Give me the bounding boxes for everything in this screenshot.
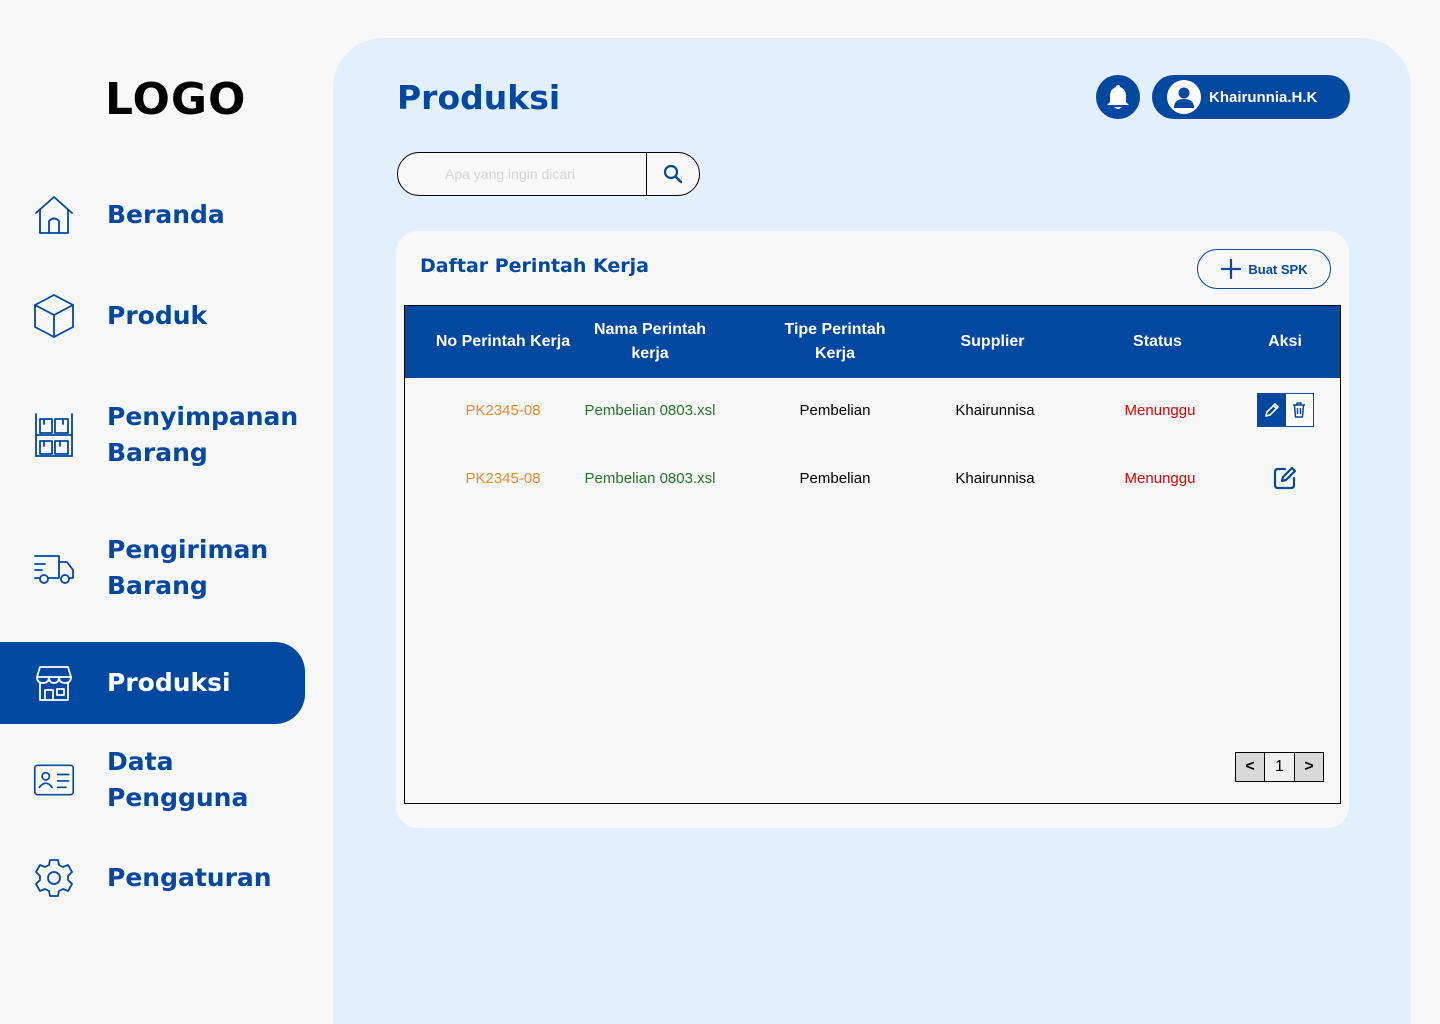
supplier: Khairunnisa bbox=[955, 401, 1035, 419]
sidebar-item-label: Pengiriman Barang bbox=[107, 535, 269, 600]
avatar bbox=[1167, 80, 1201, 114]
sidebar-item-produksi[interactable]: Produksi bbox=[0, 642, 305, 724]
page-title: Produksi bbox=[397, 78, 561, 117]
sidebar-item-pengiriman-barang[interactable]: Pengiriman Barang bbox=[0, 531, 305, 605]
plus-icon bbox=[1220, 258, 1242, 280]
id-card-icon bbox=[32, 758, 76, 802]
sidebar-item-penyimpanan-barang[interactable]: Penyimpanan Barang bbox=[0, 398, 305, 472]
pagination: < 1 > bbox=[1235, 752, 1324, 782]
column-header: No Perintah Kerja bbox=[435, 333, 571, 350]
search-bar bbox=[397, 152, 700, 196]
status-badge: Menunggu bbox=[1124, 469, 1196, 487]
row-actions bbox=[1245, 390, 1325, 430]
sidebar-item-beranda[interactable]: Beranda bbox=[0, 192, 305, 238]
table-row: PK2345-08 Pembelian 0803.xsl Pembelian K… bbox=[405, 458, 1340, 498]
sidebar-item-label: Produksi bbox=[107, 668, 231, 697]
sidebar-item-produk[interactable]: Produk bbox=[0, 292, 305, 340]
order-name[interactable]: Pembelian 0803.xsl bbox=[565, 458, 735, 498]
create-spk-button[interactable]: Buat SPK bbox=[1197, 249, 1331, 289]
warehouse-shelf-icon bbox=[32, 413, 76, 457]
next-page-button[interactable]: > bbox=[1295, 753, 1323, 781]
status-badge: Menunggu bbox=[1124, 401, 1196, 419]
supplier: Khairunnisa bbox=[955, 469, 1035, 487]
delivery-truck-icon bbox=[32, 546, 76, 590]
edit-square-icon[interactable] bbox=[1272, 465, 1298, 491]
pencil-icon bbox=[1264, 403, 1279, 417]
column-header: Supplier bbox=[960, 333, 1025, 350]
trash-icon bbox=[1293, 402, 1305, 418]
search-button[interactable] bbox=[646, 153, 699, 195]
order-number[interactable]: PK2345-08 bbox=[429, 458, 577, 498]
column-header: Status bbox=[1133, 333, 1182, 350]
sidebar-item-data-pengguna[interactable]: Data Pengguna bbox=[0, 747, 305, 812]
sidebar-item-label: Pengaturan bbox=[107, 863, 272, 892]
order-name[interactable]: Pembelian 0803.xsl bbox=[565, 390, 735, 430]
user-menu-button[interactable]: Khairunnia.H.K bbox=[1152, 75, 1350, 119]
box-icon bbox=[32, 294, 76, 338]
card-title: Daftar Perintah Kerja bbox=[420, 255, 649, 277]
user-icon bbox=[1174, 87, 1194, 108]
create-spk-label: Buat SPK bbox=[1248, 261, 1308, 277]
main-panel: Produksi Khairunnia.H.K Daftar Perintah … bbox=[333, 38, 1411, 1024]
work-order-card: Daftar Perintah Kerja Buat SPK No Perint… bbox=[396, 231, 1349, 828]
prev-page-button[interactable]: < bbox=[1236, 753, 1265, 781]
gear-icon bbox=[32, 856, 76, 900]
action-group bbox=[1256, 393, 1314, 427]
logo: LOGO bbox=[105, 74, 247, 125]
column-header: Nama Perintah kerja bbox=[593, 321, 707, 362]
table-row: PK2345-08 Pembelian 0803.xsl Pembelian K… bbox=[405, 390, 1340, 430]
column-header: Tipe Perintah Kerja bbox=[784, 321, 886, 362]
user-name: Khairunnia.H.K bbox=[1209, 88, 1318, 106]
store-icon bbox=[32, 661, 76, 705]
row-actions bbox=[1245, 458, 1325, 498]
table-header: No Perintah Kerja Nama Perintah kerja Ti… bbox=[405, 306, 1340, 378]
notification-button[interactable] bbox=[1096, 75, 1140, 119]
sidebar-item-label: Produk bbox=[107, 301, 208, 330]
bell-icon bbox=[1105, 83, 1131, 111]
delete-button[interactable] bbox=[1285, 394, 1313, 426]
order-type: Pembelian bbox=[799, 401, 871, 419]
sidebar-item-label: Data Pengguna bbox=[107, 747, 249, 812]
order-number[interactable]: PK2345-08 bbox=[429, 390, 577, 430]
edit-button[interactable] bbox=[1257, 394, 1286, 426]
home-icon bbox=[32, 193, 76, 237]
search-input[interactable] bbox=[398, 153, 647, 195]
sidebar-item-label: Beranda bbox=[107, 200, 225, 229]
current-page[interactable]: 1 bbox=[1265, 753, 1295, 781]
sidebar-item-pengaturan[interactable]: Pengaturan bbox=[0, 856, 305, 900]
sidebar-item-label: Penyimpanan Barang bbox=[107, 402, 299, 467]
order-type: Pembelian bbox=[799, 469, 871, 487]
work-order-table: No Perintah Kerja Nama Perintah kerja Ti… bbox=[404, 305, 1341, 804]
column-header: Aksi bbox=[1268, 333, 1302, 350]
search-icon bbox=[664, 164, 683, 184]
